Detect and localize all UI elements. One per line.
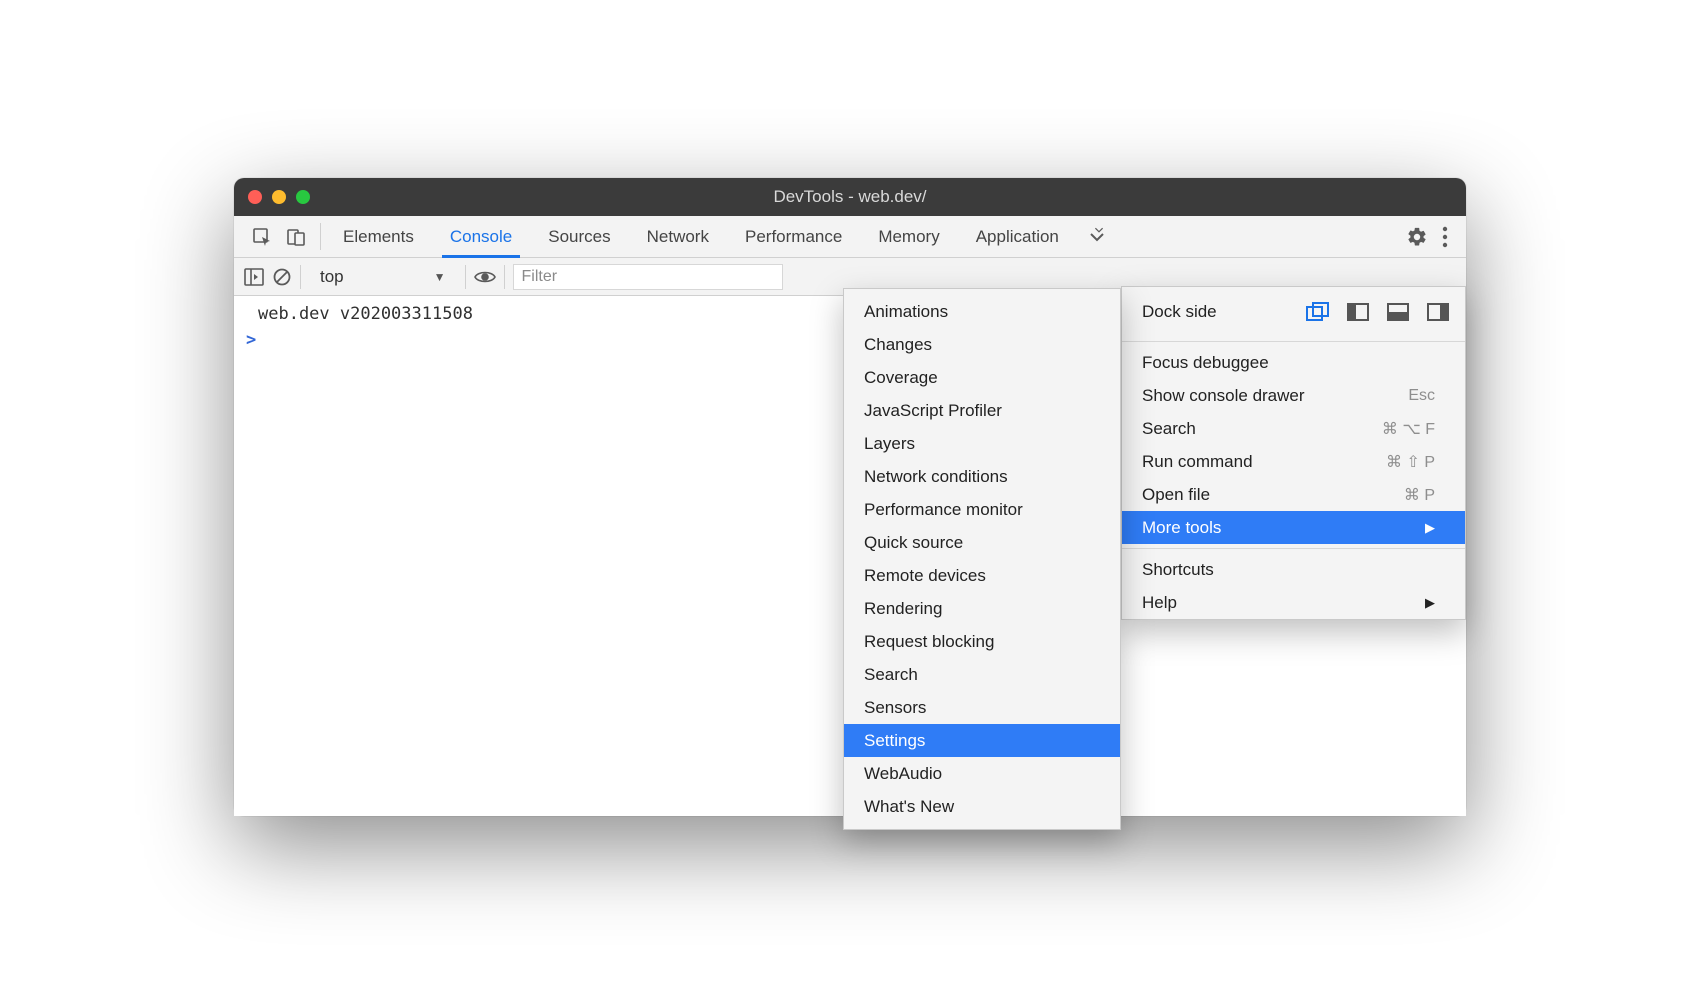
menu-item-shortcut: ⌘ ⇧ P bbox=[1386, 452, 1435, 472]
dock-side-label: Dock side bbox=[1142, 302, 1217, 322]
menu-item-more-tools[interactable]: More tools ▶ bbox=[1122, 511, 1465, 544]
menu-item-label: Settings bbox=[864, 731, 925, 751]
menu-item-search[interactable]: Search ⌘ ⌥ F bbox=[1122, 412, 1465, 445]
tab-performance[interactable]: Performance bbox=[727, 216, 860, 257]
tab-label: Performance bbox=[745, 227, 842, 247]
submenu-item-settings[interactable]: Settings bbox=[844, 724, 1120, 757]
menu-item-label: Search bbox=[1142, 419, 1196, 439]
menu-item-label: Layers bbox=[864, 434, 915, 454]
menu-item-label: WebAudio bbox=[864, 764, 942, 784]
submenu-item-search[interactable]: Search bbox=[844, 658, 1120, 691]
menu-item-show-console-drawer[interactable]: Show console drawer Esc bbox=[1122, 379, 1465, 412]
menu-item-label: Show console drawer bbox=[1142, 386, 1305, 406]
tab-sources[interactable]: Sources bbox=[530, 216, 628, 257]
menu-item-label: Changes bbox=[864, 335, 932, 355]
menu-item-label: Performance monitor bbox=[864, 500, 1023, 520]
menu-item-label: Coverage bbox=[864, 368, 938, 388]
device-toolbar-icon[interactable] bbox=[286, 227, 306, 247]
submenu-item-rendering[interactable]: Rendering bbox=[844, 592, 1120, 625]
tab-label: Network bbox=[647, 227, 709, 247]
dock-right-icon[interactable] bbox=[1425, 301, 1451, 323]
tab-label: Elements bbox=[343, 227, 414, 247]
inspect-element-icon[interactable] bbox=[252, 227, 272, 247]
menu-item-label: Help bbox=[1142, 593, 1177, 613]
submenu-item-animations[interactable]: Animations bbox=[844, 295, 1120, 328]
devtools-window: DevTools - web.dev/ bbox=[234, 178, 1466, 816]
menu-item-open-file[interactable]: Open file ⌘ P bbox=[1122, 478, 1465, 511]
tab-label: Application bbox=[976, 227, 1059, 247]
live-expression-eye-icon[interactable] bbox=[474, 269, 496, 285]
more-tabs-icon[interactable] bbox=[1077, 216, 1117, 257]
submenu-item-layers[interactable]: Layers bbox=[844, 427, 1120, 460]
menu-item-label: Animations bbox=[864, 302, 948, 322]
menu-item-shortcut: Esc bbox=[1408, 387, 1435, 405]
menu-item-label: Request blocking bbox=[864, 632, 994, 652]
menu-item-label: Open file bbox=[1142, 485, 1210, 505]
submenu-arrow-icon: ▶ bbox=[1425, 520, 1435, 536]
execution-context-select[interactable]: top ▼ bbox=[309, 264, 457, 290]
submenu-item-request-blocking[interactable]: Request blocking bbox=[844, 625, 1120, 658]
devtools-tabs: Elements Console Sources Network Perform… bbox=[325, 216, 1077, 257]
kebab-menu-icon[interactable] bbox=[1442, 226, 1448, 248]
submenu-item-webaudio[interactable]: WebAudio bbox=[844, 757, 1120, 790]
close-window-button[interactable] bbox=[248, 190, 262, 204]
menu-item-shortcut: ⌘ ⌥ F bbox=[1382, 419, 1435, 439]
submenu-arrow-icon: ▶ bbox=[1425, 595, 1435, 611]
menu-item-label: Sensors bbox=[864, 698, 926, 718]
tab-label: Sources bbox=[548, 227, 610, 247]
submenu-item-changes[interactable]: Changes bbox=[844, 328, 1120, 361]
menu-item-label: Network conditions bbox=[864, 467, 1008, 487]
zoom-window-button[interactable] bbox=[296, 190, 310, 204]
submenu-item-performance-monitor[interactable]: Performance monitor bbox=[844, 493, 1120, 526]
clear-console-icon[interactable] bbox=[272, 267, 292, 287]
submenu-item-coverage[interactable]: Coverage bbox=[844, 361, 1120, 394]
dock-bottom-icon[interactable] bbox=[1385, 301, 1411, 323]
traffic-lights bbox=[234, 190, 310, 204]
dock-undock-icon[interactable] bbox=[1305, 301, 1331, 323]
tab-label: Memory bbox=[878, 227, 939, 247]
submenu-item-js-profiler[interactable]: JavaScript Profiler bbox=[844, 394, 1120, 427]
context-value: top bbox=[320, 267, 344, 287]
dock-left-icon[interactable] bbox=[1345, 301, 1371, 323]
chevron-down-icon: ▼ bbox=[434, 270, 446, 284]
tab-label: Console bbox=[450, 227, 512, 247]
window-title: DevTools - web.dev/ bbox=[234, 187, 1466, 207]
main-menu: Dock side bbox=[1121, 286, 1466, 620]
menu-item-label: What's New bbox=[864, 797, 954, 817]
menu-item-label: More tools bbox=[1142, 518, 1221, 538]
submenu-item-quick-source[interactable]: Quick source bbox=[844, 526, 1120, 559]
devtools-tabstrip: Elements Console Sources Network Perform… bbox=[234, 216, 1466, 258]
menu-item-label: Focus debuggee bbox=[1142, 353, 1269, 373]
menu-item-label: JavaScript Profiler bbox=[864, 401, 1002, 421]
menu-item-shortcuts[interactable]: Shortcuts bbox=[1122, 553, 1465, 586]
menu-item-label: Search bbox=[864, 665, 918, 685]
menu-item-help[interactable]: Help ▶ bbox=[1122, 586, 1465, 619]
console-sidebar-toggle-icon[interactable] bbox=[244, 268, 264, 286]
submenu-item-sensors[interactable]: Sensors bbox=[844, 691, 1120, 724]
menu-item-label: Rendering bbox=[864, 599, 942, 619]
menu-item-shortcut: ⌘ P bbox=[1404, 485, 1435, 505]
submenu-item-remote-devices[interactable]: Remote devices bbox=[844, 559, 1120, 592]
menu-item-label: Run command bbox=[1142, 452, 1253, 472]
tab-elements[interactable]: Elements bbox=[325, 216, 432, 257]
menu-item-label: Quick source bbox=[864, 533, 963, 553]
tab-memory[interactable]: Memory bbox=[860, 216, 957, 257]
more-tools-submenu: Animations Changes Coverage JavaScript P… bbox=[843, 288, 1121, 830]
submenu-item-whats-new[interactable]: What's New bbox=[844, 790, 1120, 823]
console-filter-input[interactable] bbox=[513, 264, 783, 290]
menu-item-focus-debuggee[interactable]: Focus debuggee bbox=[1122, 346, 1465, 379]
settings-gear-icon[interactable] bbox=[1406, 226, 1428, 248]
dock-side-row: Dock side bbox=[1122, 287, 1465, 337]
tab-console[interactable]: Console bbox=[432, 216, 530, 257]
menu-item-run-command[interactable]: Run command ⌘ ⇧ P bbox=[1122, 445, 1465, 478]
tab-network[interactable]: Network bbox=[629, 216, 727, 257]
titlebar: DevTools - web.dev/ bbox=[234, 178, 1466, 216]
menu-item-label: Remote devices bbox=[864, 566, 986, 586]
submenu-item-network-conditions[interactable]: Network conditions bbox=[844, 460, 1120, 493]
menu-item-label: Shortcuts bbox=[1142, 560, 1214, 580]
minimize-window-button[interactable] bbox=[272, 190, 286, 204]
tab-application[interactable]: Application bbox=[958, 216, 1077, 257]
